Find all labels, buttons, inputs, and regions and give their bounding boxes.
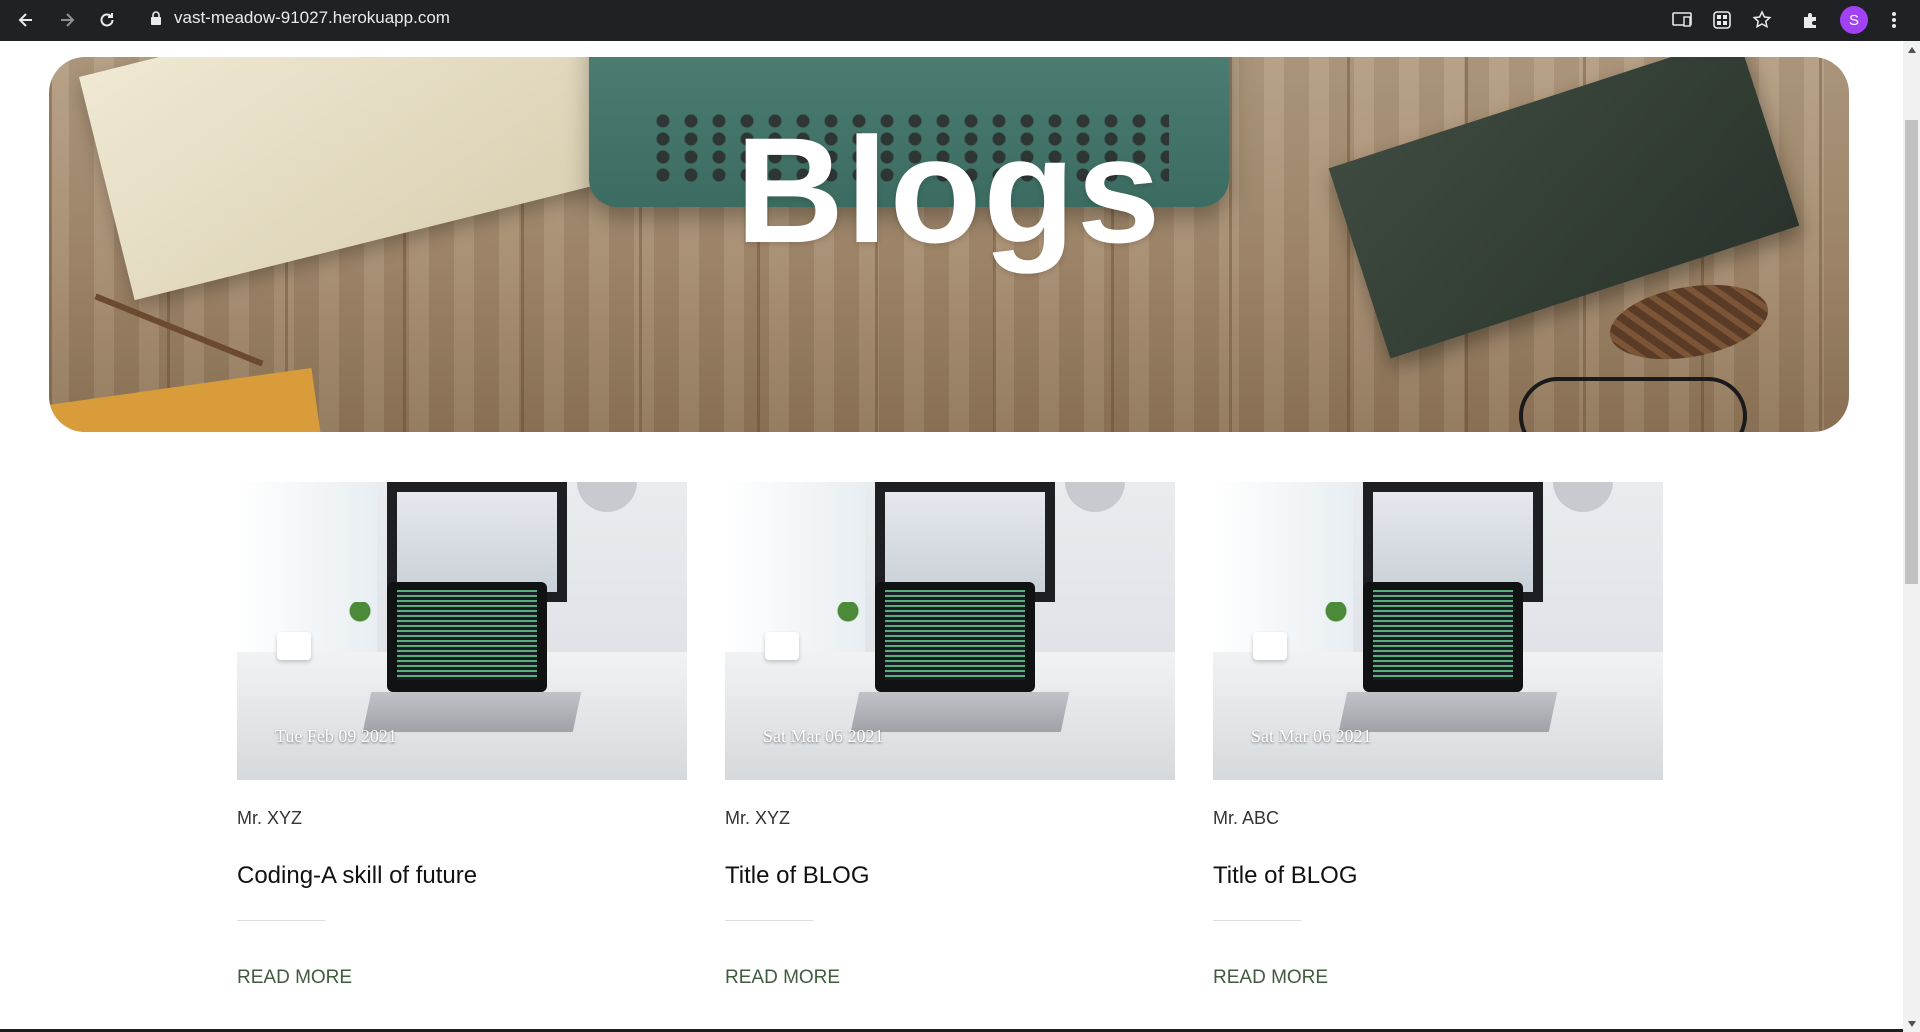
- post-author: Mr. XYZ: [237, 808, 303, 828]
- reload-button[interactable]: [91, 4, 123, 36]
- extensions-button[interactable]: [1795, 4, 1827, 36]
- thumb-lamp: [1553, 482, 1613, 512]
- thumb-code: [885, 590, 1025, 680]
- thumb-plant: [349, 602, 371, 632]
- blog-card-image[interactable]: Sat Mar 06 2021: [725, 482, 1175, 780]
- url-text[interactable]: vast-meadow-91027.herokuapp.com: [174, 8, 450, 28]
- post-title[interactable]: Title of BLOG: [725, 862, 1175, 890]
- post-author: Mr. XYZ: [725, 808, 791, 828]
- star-icon: [1752, 10, 1772, 30]
- post-title[interactable]: Coding-A skill of future: [237, 862, 687, 890]
- scroll-up-icon[interactable]: [1903, 41, 1920, 58]
- scroll-down-icon[interactable]: [1903, 1015, 1920, 1032]
- post-title[interactable]: Title of BLOG: [1213, 862, 1663, 890]
- lock-icon: [150, 11, 162, 25]
- hero-pencil-image: [94, 293, 264, 367]
- thumb-monitor-screen: [397, 492, 557, 592]
- thumb-code: [1373, 590, 1513, 680]
- thumb-lamp: [577, 482, 637, 512]
- scrollbar-thumb[interactable]: [1905, 120, 1918, 584]
- back-button[interactable]: [10, 4, 42, 36]
- card-divider: [237, 920, 325, 921]
- thumb-plant: [1325, 602, 1347, 632]
- thumb-code: [397, 590, 537, 680]
- card-divider: [725, 920, 813, 921]
- post-date: Sat Mar 06 2021: [1251, 726, 1372, 746]
- forward-icon: [57, 10, 77, 30]
- blog-card: Sat Mar 06 2021 Mr. ABC Title of BLOG RE…: [1213, 482, 1663, 989]
- blog-card: Sat Mar 06 2021 Mr. XYZ Title of BLOG RE…: [725, 482, 1175, 989]
- blog-card-image[interactable]: Sat Mar 06 2021: [1213, 482, 1663, 780]
- page-title: Blogs: [735, 106, 1163, 274]
- card-divider: [1213, 920, 1301, 921]
- address-bar[interactable]: vast-meadow-91027.herokuapp.com: [134, 2, 1654, 34]
- hero-glasses-image: [1519, 377, 1747, 432]
- menu-icon: [1891, 10, 1897, 30]
- thumb-lamp: [1065, 482, 1125, 512]
- read-more-link[interactable]: READ MORE: [725, 967, 840, 989]
- reload-icon: [97, 10, 117, 30]
- hero-pinecone-image: [1604, 273, 1774, 371]
- hero-orange-book-image: [49, 367, 324, 432]
- post-date: Sat Mar 06 2021: [763, 726, 884, 746]
- back-icon: [16, 10, 36, 30]
- cast-button[interactable]: [1666, 4, 1698, 36]
- hero-banner: Blogs: [49, 57, 1849, 432]
- post-date: Tue Feb 09 2021: [275, 726, 397, 746]
- cast-icon: [1672, 11, 1692, 29]
- page-viewport: Blogs Tue Feb 09 2021 Mr. XYZ Coding-A s…: [0, 41, 1903, 1032]
- apps-icon: [1712, 10, 1732, 30]
- thumb-mug: [1253, 632, 1287, 660]
- thumb-monitor-screen: [1373, 492, 1533, 592]
- thumb-plant: [837, 602, 859, 632]
- post-author: Mr. ABC: [1213, 808, 1280, 828]
- extensions-icon: [1801, 10, 1821, 30]
- apps-button[interactable]: [1706, 4, 1738, 36]
- thumb-mug: [765, 632, 799, 660]
- blog-card-list: Tue Feb 09 2021 Mr. XYZ Coding-A skill o…: [237, 482, 1663, 989]
- forward-button[interactable]: [51, 4, 83, 36]
- blog-card-image[interactable]: Tue Feb 09 2021: [237, 482, 687, 780]
- browser-toolbar: vast-meadow-91027.herokuapp.com S: [0, 0, 1920, 41]
- profile-avatar[interactable]: S: [1840, 6, 1868, 34]
- bookmark-button[interactable]: [1746, 4, 1778, 36]
- thumb-monitor-screen: [885, 492, 1045, 592]
- read-more-link[interactable]: READ MORE: [1213, 967, 1328, 989]
- read-more-link[interactable]: READ MORE: [237, 967, 352, 989]
- blog-card: Tue Feb 09 2021 Mr. XYZ Coding-A skill o…: [237, 482, 687, 989]
- browser-menu-button[interactable]: [1878, 4, 1910, 36]
- page-scrollbar[interactable]: [1903, 41, 1920, 1032]
- thumb-mug: [277, 632, 311, 660]
